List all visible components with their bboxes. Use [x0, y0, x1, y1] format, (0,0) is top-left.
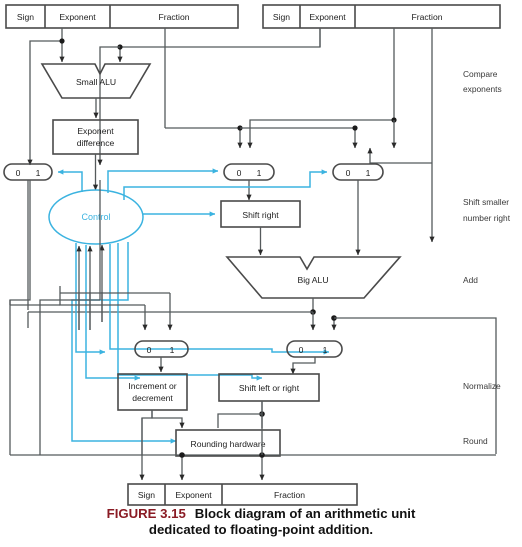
- caption-text-line1: Block diagram of an arithmetic unit: [194, 506, 416, 521]
- register-field-fraction: Fraction: [411, 12, 442, 22]
- increment-or-decrement-label-line2: decrement: [132, 393, 173, 403]
- mux-input-0: 0: [299, 345, 304, 355]
- stage-label-add: Add: [463, 275, 478, 285]
- mux-input-0: 0: [346, 168, 351, 178]
- mux-input-0: 0: [237, 168, 242, 178]
- control-label: Control: [81, 212, 110, 222]
- mux-input-0: 0: [147, 345, 152, 355]
- mux-input-1: 1: [170, 345, 175, 355]
- stage-label-shift-smaller-number-right: Shift smaller number right: [463, 197, 511, 223]
- rounding-hardware-label: Rounding hardware: [190, 439, 265, 449]
- increment-or-decrement-label-line1: Increment or: [128, 381, 176, 391]
- input-register-right: Sign Exponent Fraction: [262, 4, 501, 29]
- exponent-difference-label-line2: difference: [77, 138, 115, 148]
- mux-exponent-select: 0 1: [3, 163, 53, 310]
- mux-exponent-normalize: 0 1: [134, 340, 189, 373]
- control-block: Control: [48, 189, 144, 245]
- figure-container: Sign Exponent Fraction Sign Exponent Fra…: [0, 0, 522, 547]
- mux-input-1: 1: [323, 345, 328, 355]
- big-alu-label: Big ALU: [297, 275, 328, 285]
- exponent-difference-label-line1: Exponent: [77, 126, 114, 136]
- mux-fraction-big: 0 1: [332, 163, 384, 256]
- small-alu-label: Small ALU: [76, 77, 116, 87]
- stage-label-normalize: Normalize: [463, 381, 501, 391]
- mux-fraction-normalize: 0 1: [286, 340, 343, 375]
- shift-right-label: Shift right: [242, 210, 279, 220]
- output-register: Sign Exponent Fraction: [127, 483, 358, 506]
- mux-input-1: 1: [257, 168, 262, 178]
- big-alu-block: Big ALU: [225, 256, 402, 312]
- register-field-fraction: Fraction: [274, 490, 305, 500]
- register-field-sign: Sign: [17, 12, 34, 22]
- exponent-difference-block: Exponent difference: [52, 119, 139, 191]
- stage-label-line1: Round: [463, 436, 488, 446]
- stage-label-compare-exponents: Compare exponents: [463, 69, 502, 94]
- register-field-sign: Sign: [138, 490, 155, 500]
- mux-fraction-small: 0 1: [223, 163, 275, 201]
- shift-right-block: Shift right: [220, 200, 301, 256]
- register-field-exponent: Exponent: [309, 12, 346, 22]
- caption-line-2: dedicated to floating-point addition.: [148, 522, 374, 538]
- stage-label-round: Round: [463, 436, 488, 446]
- shift-left-or-right-block: Shift left or right: [217, 373, 320, 428]
- mux-input-1: 1: [36, 168, 41, 178]
- rounding-hardware-block: Rounding hardware: [175, 429, 281, 457]
- register-field-sign: Sign: [273, 12, 290, 22]
- stage-label-line1: Normalize: [463, 381, 501, 391]
- block-diagram: Sign Exponent Fraction Sign Exponent Fra…: [3, 4, 511, 506]
- stage-label-line1: Add: [463, 275, 478, 285]
- input-register-left: Sign Exponent Fraction: [5, 4, 239, 29]
- stage-label-line1: Compare: [463, 69, 498, 79]
- register-field-exponent: Exponent: [59, 12, 96, 22]
- shift-left-or-right-label: Shift left or right: [239, 383, 300, 393]
- stage-label-line1: Shift smaller: [463, 197, 509, 207]
- stage-label-line2: number right: [463, 213, 511, 223]
- caption-line-1: FIGURE 3.15 Block diagram of an arithmeti…: [0, 506, 522, 522]
- small-alu-block: Small ALU: [40, 63, 152, 119]
- stage-label-line2: exponents: [463, 84, 502, 94]
- mux-input-1: 1: [366, 168, 371, 178]
- mux-input-0: 0: [16, 168, 21, 178]
- register-field-exponent: Exponent: [175, 490, 212, 500]
- figure-number: FIGURE 3.15: [106, 506, 186, 521]
- register-field-fraction: Fraction: [158, 12, 189, 22]
- figure-caption: FIGURE 3.15 Block diagram of an arithmeti…: [0, 506, 522, 538]
